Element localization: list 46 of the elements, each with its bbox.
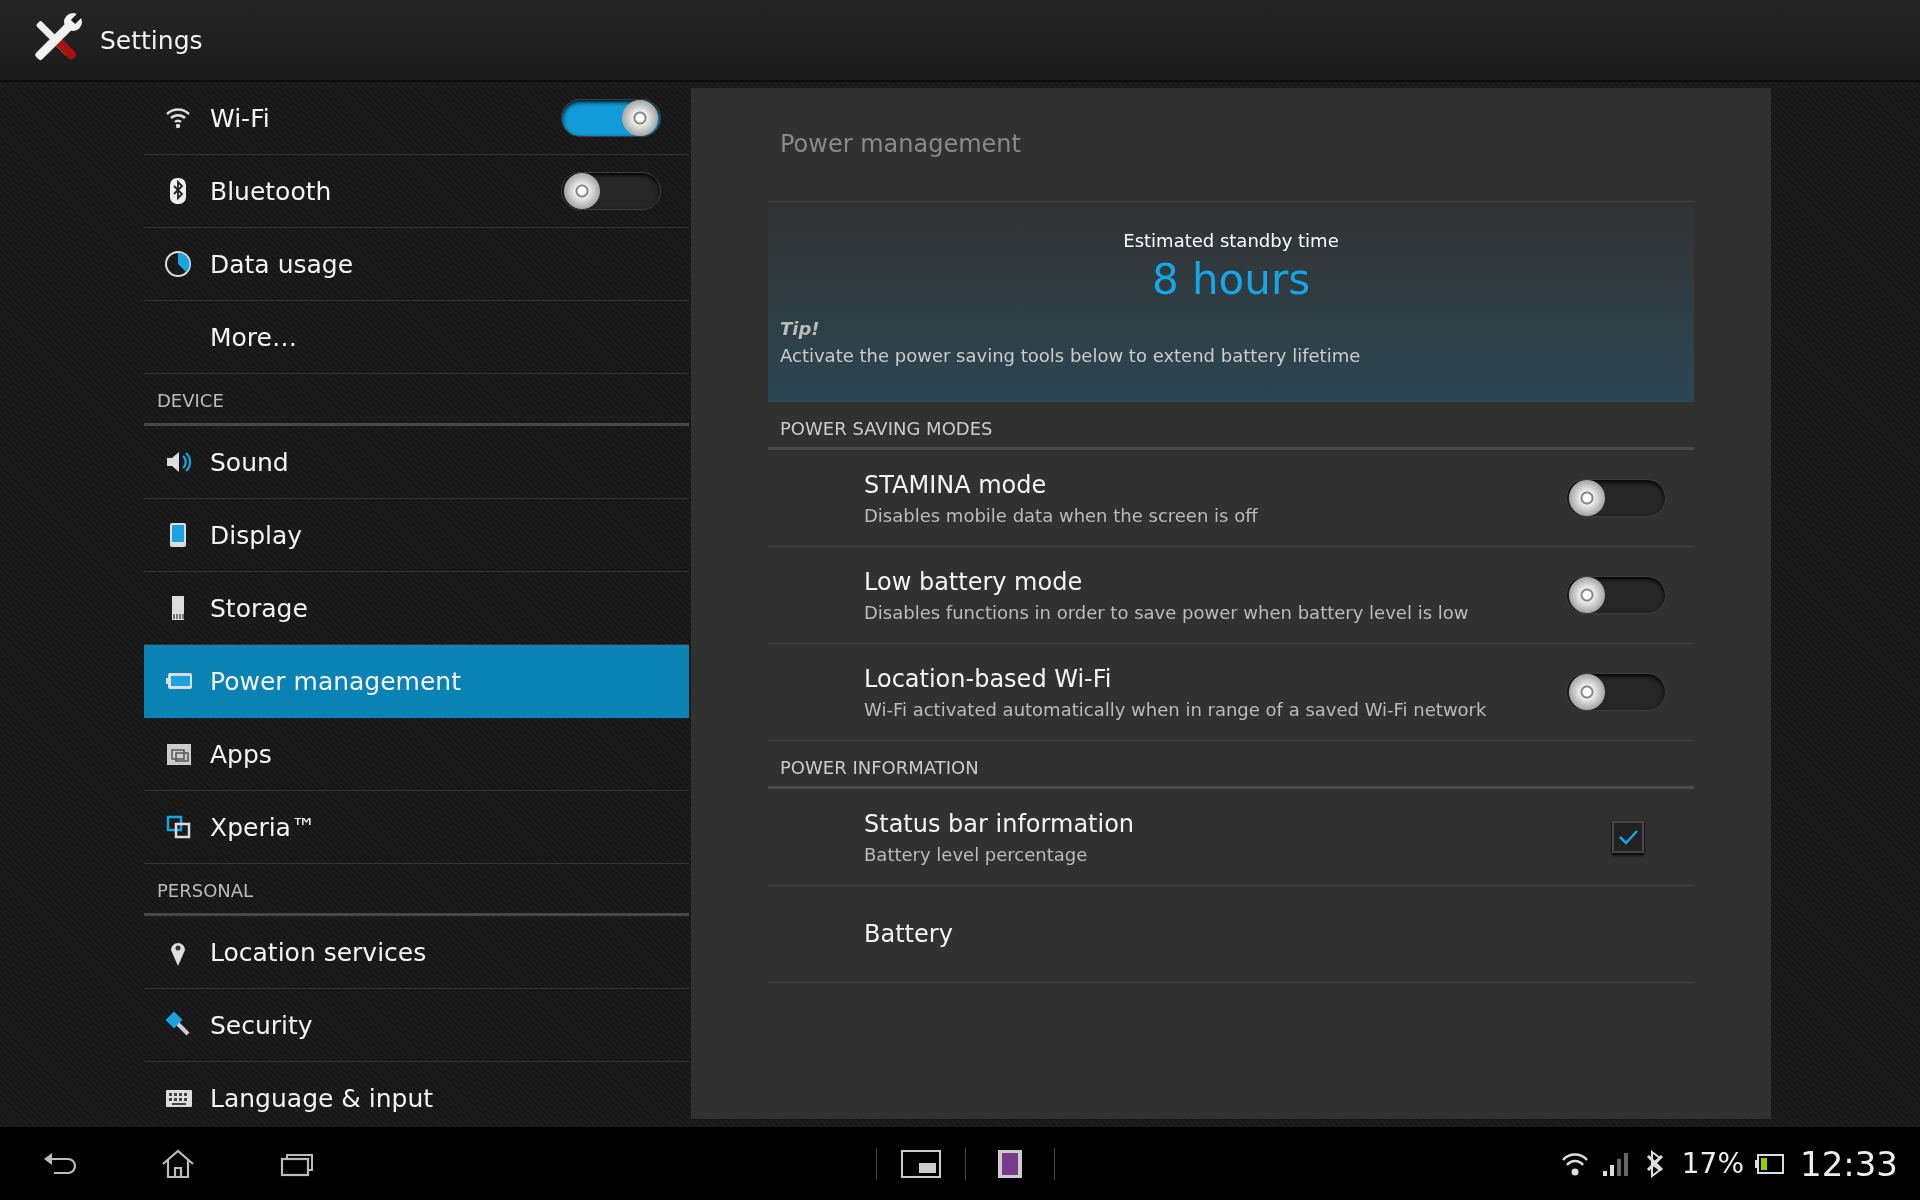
settings-row[interactable]: Location-based Wi-Fi Wi-Fi activated automatically when in range of a saved Wi-Fi network <box>768 644 1694 741</box>
settings-row[interactable]: STAMINA mode Disables mobile data when the screen is off <box>768 450 1694 547</box>
tip-title: Tip! <box>780 318 821 339</box>
toggle-switch[interactable] <box>1566 576 1666 614</box>
row-title: Location-based Wi-Fi <box>864 664 1113 693</box>
section-header: POWER INFORMATION <box>768 741 1694 789</box>
section-header: PERSONAL <box>144 864 689 916</box>
section-header: POWER SAVING MODES <box>768 402 1694 450</box>
battery-low-icon <box>1754 1151 1784 1176</box>
sidebar-item[interactable]: Power management <box>144 645 689 718</box>
row-title: Status bar information <box>864 809 1136 838</box>
settings-row[interactable]: Low battery mode Disables functions in order to save power when battery level is low <box>768 547 1694 644</box>
standby-value: 8 hours <box>1150 255 1312 304</box>
row-title: Battery <box>864 920 954 948</box>
section-header: DEVICE <box>144 374 689 426</box>
row-summary: Battery level percentage <box>864 843 1089 865</box>
toggle-switch[interactable] <box>561 99 661 137</box>
standby-label: Estimated standby time <box>1122 230 1340 251</box>
row-summary: Wi-Fi activated automatically when in range of a saved Wi-Fi network <box>864 698 1488 720</box>
checkmark-icon <box>1617 828 1639 846</box>
sidebar-item[interactable]: Sound <box>144 426 689 499</box>
clock-icon <box>164 249 194 279</box>
sidebar-item[interactable]: Data usage <box>144 228 689 301</box>
sidebar-item[interactable]: Apps <box>144 718 689 791</box>
sidebar-item[interactable]: Wi-Fi <box>144 82 689 155</box>
row-summary: Disables functions in order to save power when battery level is low <box>864 601 1470 623</box>
sidebar-item[interactable]: Display <box>144 499 689 572</box>
row-title: Low battery mode <box>864 567 1084 596</box>
checkbox[interactable] <box>1612 821 1644 853</box>
sidebar-item[interactable]: Xperia™ <box>144 791 689 864</box>
settings-row[interactable]: Status bar information Battery level percentage <box>768 789 1694 886</box>
sidebar-item[interactable]: Security <box>144 989 689 1062</box>
toggle-switch[interactable] <box>1566 673 1666 711</box>
battery-percentage: 17% <box>1681 1147 1744 1180</box>
sidebar-item[interactable]: Bluetooth <box>144 155 689 228</box>
settings-row[interactable]: Battery <box>768 886 1694 983</box>
panel-title: Power management <box>768 88 1694 202</box>
app-title: Settings <box>100 25 203 55</box>
toggle-switch[interactable] <box>1566 479 1666 517</box>
tip-text: Activate the power saving tools below to extend battery lifetime <box>780 345 1362 366</box>
toggle-switch[interactable] <box>561 172 661 210</box>
row-summary: Disables mobile data when the screen is off <box>864 504 1259 526</box>
sidebar-item[interactable]: Location services <box>144 916 689 989</box>
clock: 12:33 <box>1800 1143 1898 1184</box>
row-title: STAMINA mode <box>864 470 1048 499</box>
sidebar-item[interactable]: More… <box>144 301 689 374</box>
